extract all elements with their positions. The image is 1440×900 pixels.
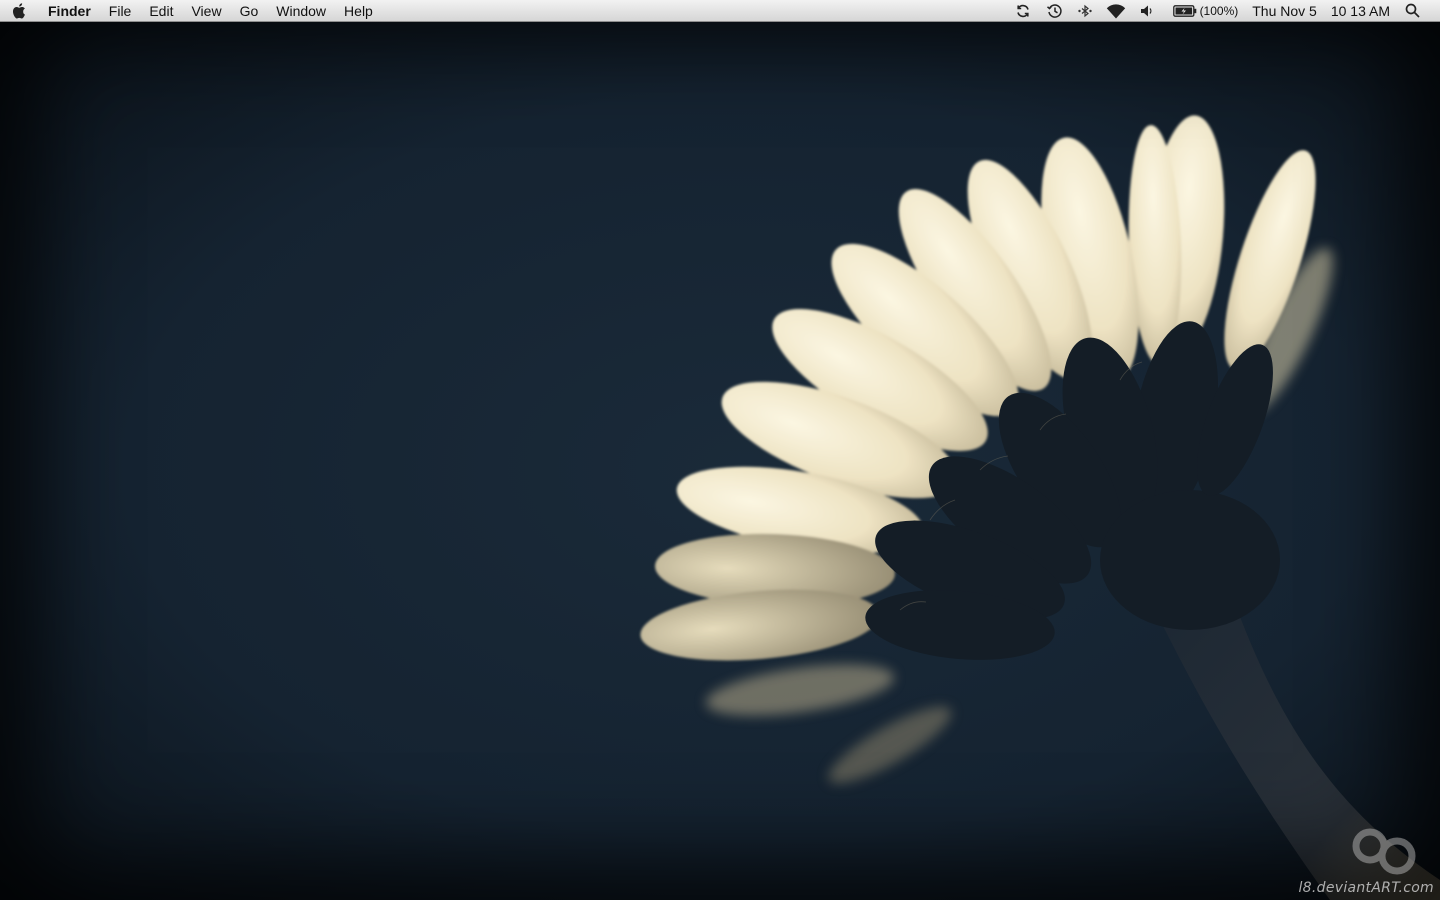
wallpaper-flower: [640, 115, 1440, 900]
menu-date[interactable]: Thu Nov 5: [1245, 0, 1324, 22]
battery-percent: (100%): [1199, 3, 1239, 18]
menu-file[interactable]: File: [100, 0, 141, 22]
menu-help[interactable]: Help: [335, 0, 382, 22]
menu-go[interactable]: Go: [231, 0, 268, 22]
menu-window[interactable]: Window: [267, 0, 335, 22]
menu-bar: Finder File Edit View Go Window Help (10…: [0, 0, 1440, 22]
menu-finder[interactable]: Finder: [40, 0, 100, 22]
menu-view[interactable]: View: [182, 0, 230, 22]
watermark-text: l8.deviantART.com: [1298, 880, 1434, 896]
menu-time[interactable]: 10 13 AM: [1324, 0, 1397, 22]
sync-icon[interactable]: [1008, 0, 1039, 22]
wifi-icon[interactable]: [1101, 0, 1132, 22]
bluetooth-icon[interactable]: [1070, 0, 1101, 22]
battery-indicator[interactable]: (100%): [1163, 0, 1246, 22]
desktop[interactable]: l8.deviantART.com: [0, 0, 1440, 900]
time-machine-icon[interactable]: [1039, 0, 1070, 22]
spotlight-icon[interactable]: [1397, 0, 1428, 22]
menu-edit[interactable]: Edit: [140, 0, 182, 22]
battery-charging-icon: [1172, 4, 1196, 17]
volume-icon[interactable]: [1132, 0, 1163, 22]
apple-menu-icon[interactable]: [0, 0, 40, 22]
deviantart-logo: [1352, 828, 1416, 875]
